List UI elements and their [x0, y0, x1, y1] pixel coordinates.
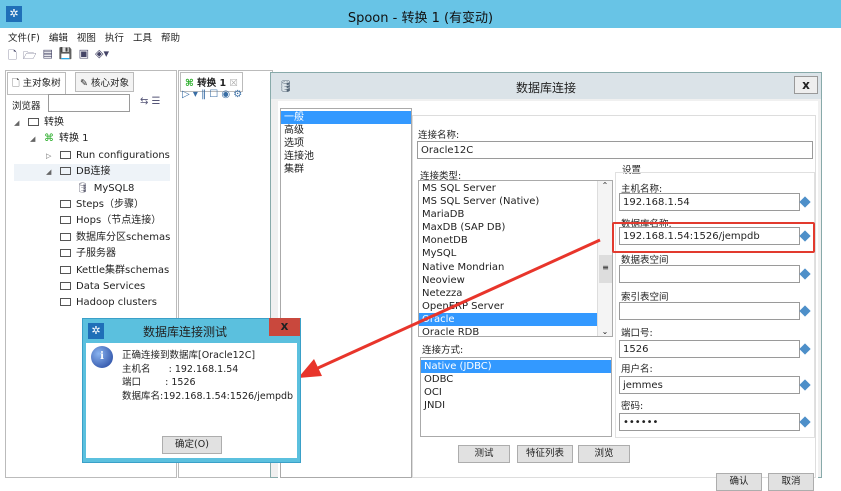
result-line: 端口 : 1526 [122, 377, 196, 389]
test-close-button[interactable]: x [269, 318, 300, 336]
result-line: 数据库名:192.168.1.54:1526/jempdb [122, 390, 294, 402]
test-result-text: 正确连接到数据库[Oracle12C] 主机名 : 192.168.1.54 端口 … [122, 349, 293, 403]
result-line: 正确连接到数据库[Oracle12C] [122, 350, 256, 361]
test-ok-button[interactable]: 确定(O) [162, 436, 222, 454]
result-line: 主机名 : 192.168.1.54 [122, 363, 239, 375]
test-dialog-title: 数据库连接测试 [142, 325, 227, 339]
info-icon: i [91, 346, 113, 368]
